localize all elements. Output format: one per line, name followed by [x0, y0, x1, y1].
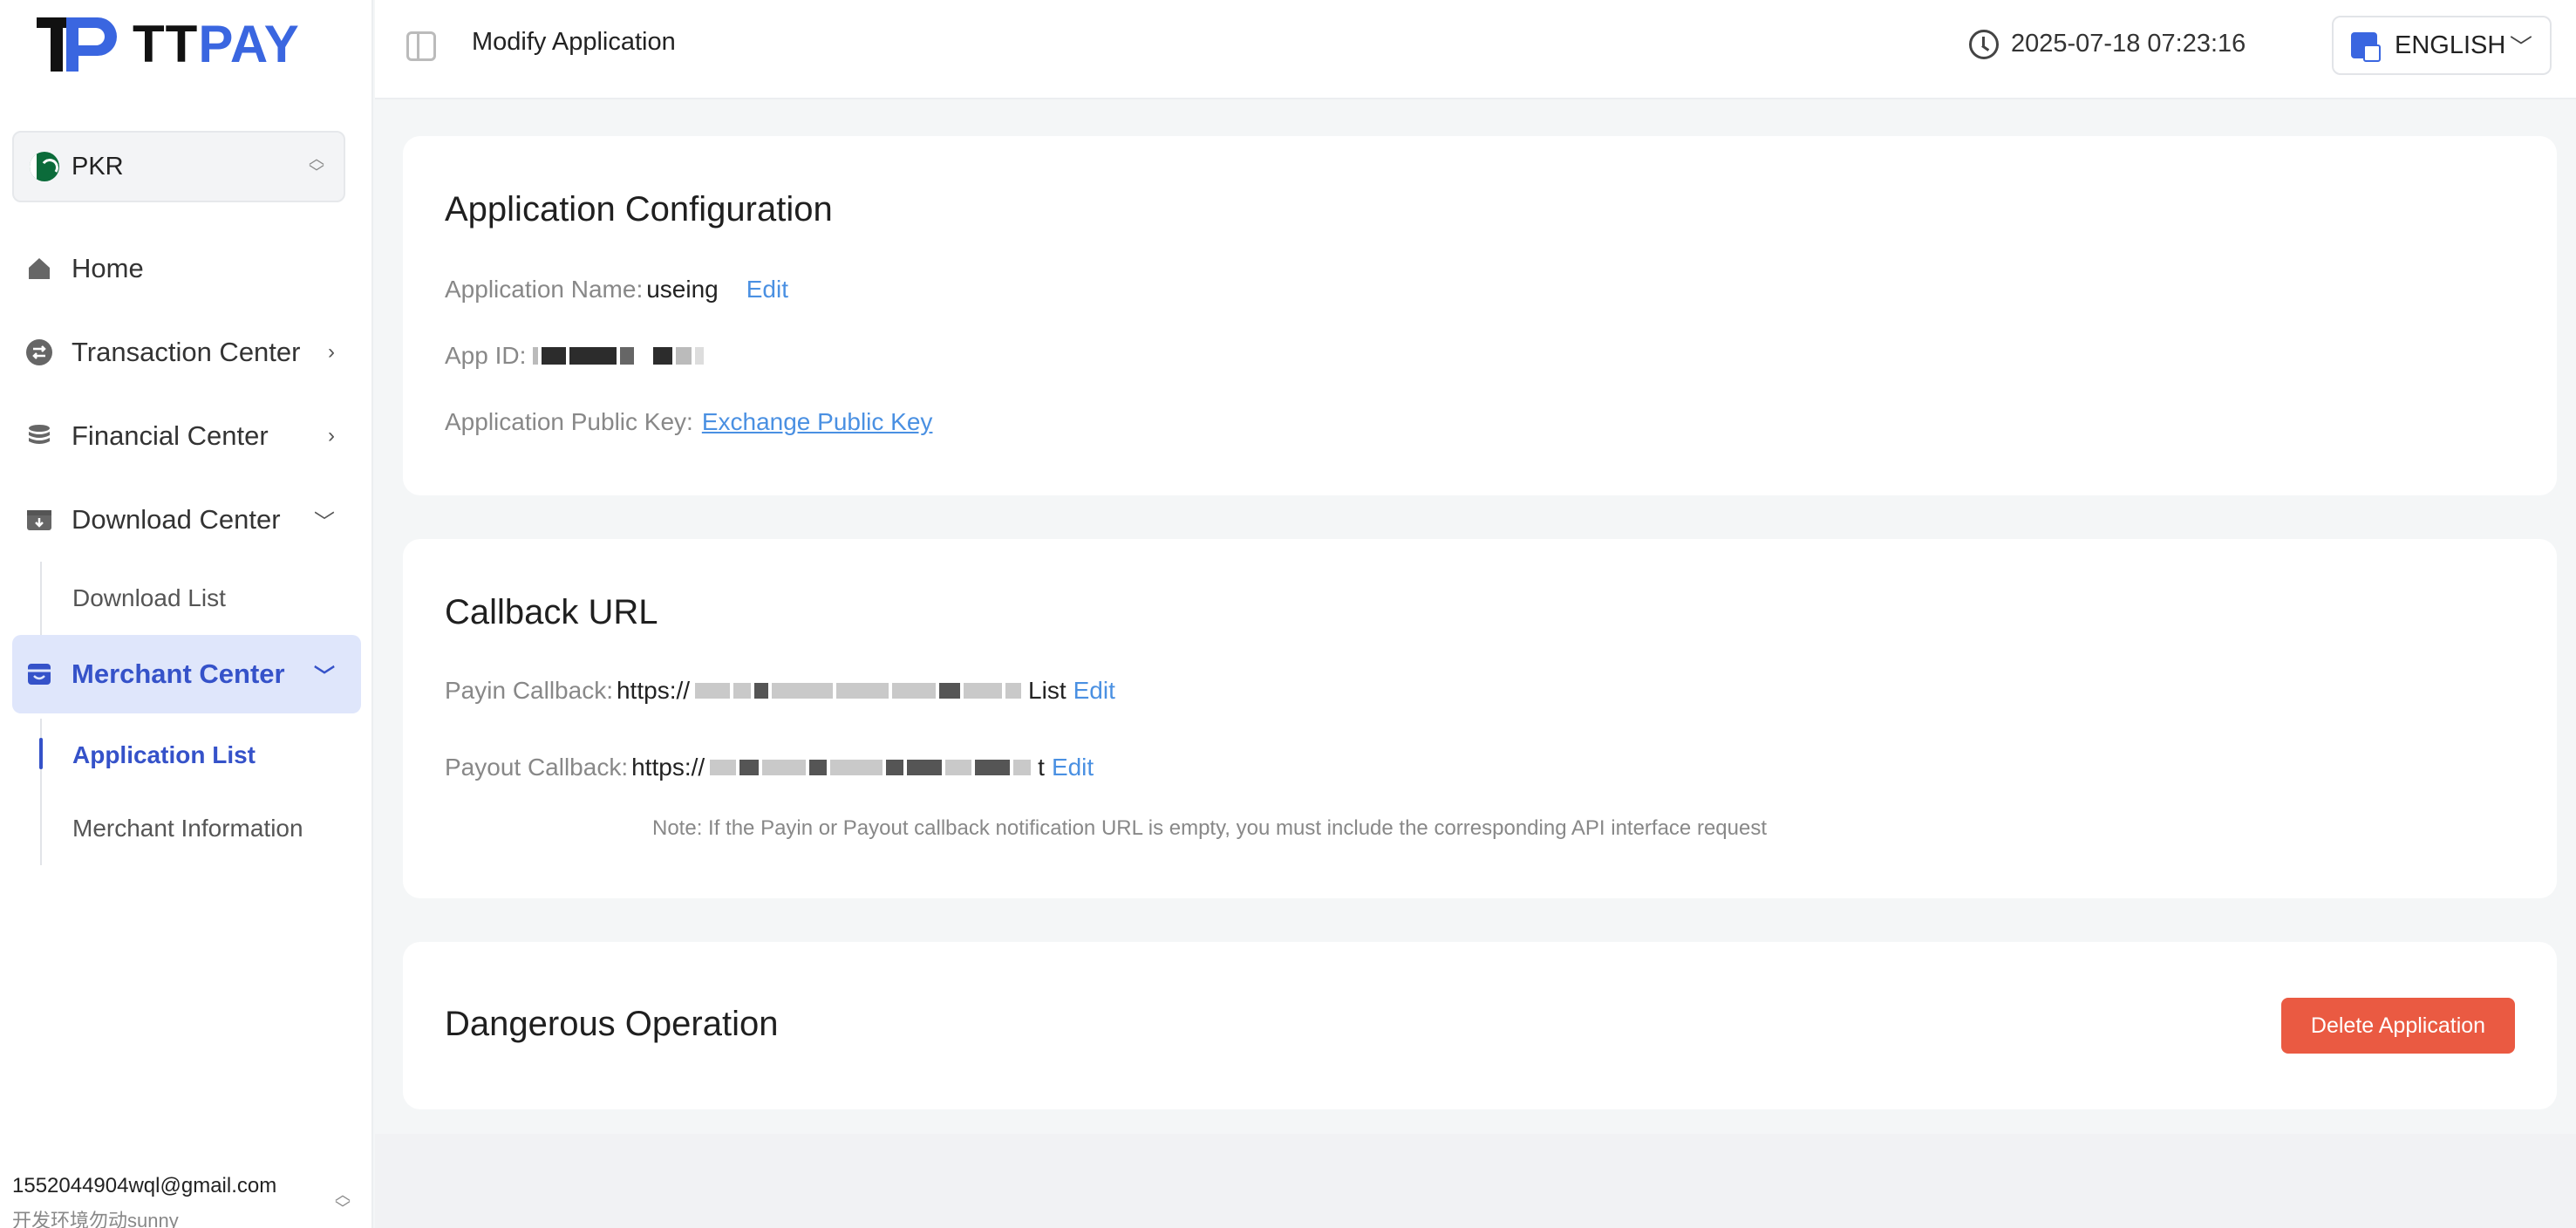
delete-application-button[interactable]: Delete Application — [2281, 998, 2515, 1054]
sidebar-item-label: Merchant Information — [72, 815, 303, 842]
chevron-right-icon: › — [328, 340, 335, 364]
field-label: Payin Callback: — [445, 677, 613, 704]
payout-callback-row: Payout Callback: https:// t Edit — [445, 754, 1094, 781]
sidebar: TTPAY PKR ︿ ﹀ Home Transaction Center › F… — [0, 0, 373, 1228]
currency-label: PKR — [72, 152, 124, 181]
callback-url-card: Callback URL Payin Callback: https:// Li… — [403, 539, 2557, 898]
edit-name-link[interactable]: Edit — [746, 276, 788, 304]
app-id-row: App ID: — [445, 342, 705, 370]
application-name-row: Application Name: useing Edit — [445, 276, 788, 304]
user-subtitle: 开发环境勿动sunny — [12, 1210, 179, 1228]
brand-name-accent: PAY — [198, 15, 300, 73]
edit-payout-link[interactable]: Edit — [1052, 754, 1094, 781]
field-label: App ID: — [445, 342, 527, 369]
download-center-submenu: Download List — [0, 562, 373, 635]
redacted-payin-url — [695, 683, 1025, 699]
section-title: Dangerous Operation — [445, 1005, 779, 1043]
payin-callback-row: Payin Callback: https:// List Edit — [445, 677, 1115, 705]
chevron-down-icon: ﹀ — [314, 510, 335, 535]
user-account-switcher[interactable]: 1552044904wql@gmail.com 开发环境勿动sunny ︿ ﹀ — [12, 1174, 361, 1228]
sidebar-item-label: Home — [72, 253, 144, 283]
exchange-public-key-link[interactable]: Exchange Public Key — [702, 408, 933, 436]
payout-url-suffix: t — [1038, 754, 1045, 781]
sidebar-item-label: Financial Center — [72, 420, 269, 451]
public-key-row: Application Public Key: Exchange Public … — [445, 408, 932, 436]
sidebar-item-financial-center[interactable]: Financial Center › — [0, 394, 373, 478]
up-down-chevron-icon: ︿ ﹀ — [335, 1186, 351, 1218]
sidebar-item-home[interactable]: Home — [0, 227, 373, 310]
edit-payin-link[interactable]: Edit — [1073, 677, 1115, 705]
chevron-down-icon: ﹀ — [314, 665, 335, 689]
chevron-right-icon: › — [328, 424, 335, 447]
sidebar-item-download-center[interactable]: Download Center ﹀ — [0, 478, 373, 562]
exchange-icon — [24, 338, 54, 367]
sidebar-item-download-list[interactable]: Download List — [0, 562, 373, 635]
payin-url-prefix: https:// — [616, 677, 691, 704]
application-configuration-card: Application Configuration Application Na… — [403, 136, 2557, 495]
clock-icon — [1969, 30, 1999, 59]
language-selector[interactable]: ENGLISH ﹀ — [2332, 16, 2552, 75]
payin-url-suffix: List — [1028, 677, 1067, 704]
currency-selector[interactable]: PKR ︿ ﹀ — [12, 131, 345, 202]
payout-url-prefix: https:// — [631, 754, 705, 781]
translate-icon — [2351, 32, 2381, 62]
page-title: Modify Application — [472, 28, 676, 56]
field-label: Payout Callback: — [445, 754, 629, 781]
application-name-value: useing — [646, 276, 719, 303]
sidebar-item-transaction-center[interactable]: Transaction Center › — [0, 310, 373, 394]
sidebar-item-merchant-information[interactable]: Merchant Information — [0, 792, 373, 865]
language-label: ENGLISH — [2395, 31, 2506, 59]
callback-note: Note: If the Payin or Payout callback no… — [652, 816, 1767, 840]
brand-logo[interactable]: TTPAY — [37, 17, 300, 72]
sidebar-item-label: Application List — [72, 741, 256, 768]
brand-name: TTPAY — [133, 18, 300, 71]
redacted-app-id — [533, 347, 705, 365]
top-bar: Modify Application 2025-07-18 07:23:16 E… — [375, 0, 2576, 99]
sidebar-item-merchant-center[interactable]: Merchant Center ﹀ — [12, 635, 361, 713]
download-box-icon — [24, 505, 54, 535]
sidebar-item-label: Download Center — [72, 504, 281, 535]
main-background-bottom — [375, 1134, 2576, 1228]
sidebar-nav: Home Transaction Center › Financial Cent… — [0, 227, 373, 865]
ttpay-logo-icon — [37, 17, 117, 72]
sidebar-item-application-list[interactable]: Application List — [0, 719, 373, 792]
dangerous-operation-card: Dangerous Operation Delete Application — [403, 942, 2557, 1109]
pakistan-flag-icon — [30, 152, 59, 181]
database-icon — [24, 421, 54, 451]
sidebar-toggle-icon[interactable] — [406, 31, 436, 61]
sidebar-item-label: Merchant Center — [72, 658, 285, 689]
section-title: Callback URL — [445, 593, 658, 631]
field-label: Application Name: — [445, 276, 644, 303]
sidebar-item-label: Download List — [72, 584, 226, 611]
field-label: Application Public Key: — [445, 408, 693, 435]
current-datetime: 2025-07-18 07:23:16 — [2011, 30, 2246, 58]
merchant-center-submenu: Application List Merchant Information — [0, 719, 373, 865]
brand-name-dark: TT — [133, 15, 199, 73]
chevron-down-icon: ﹀ — [2509, 34, 2532, 60]
section-title: Application Configuration — [445, 190, 833, 229]
store-icon — [24, 659, 54, 689]
home-icon — [24, 254, 54, 283]
up-down-chevron-icon: ︿ ﹀ — [309, 150, 324, 181]
user-email: 1552044904wql@gmail.com — [12, 1174, 277, 1197]
sidebar-item-label: Transaction Center — [72, 337, 301, 367]
redacted-payout-url — [710, 760, 1034, 775]
